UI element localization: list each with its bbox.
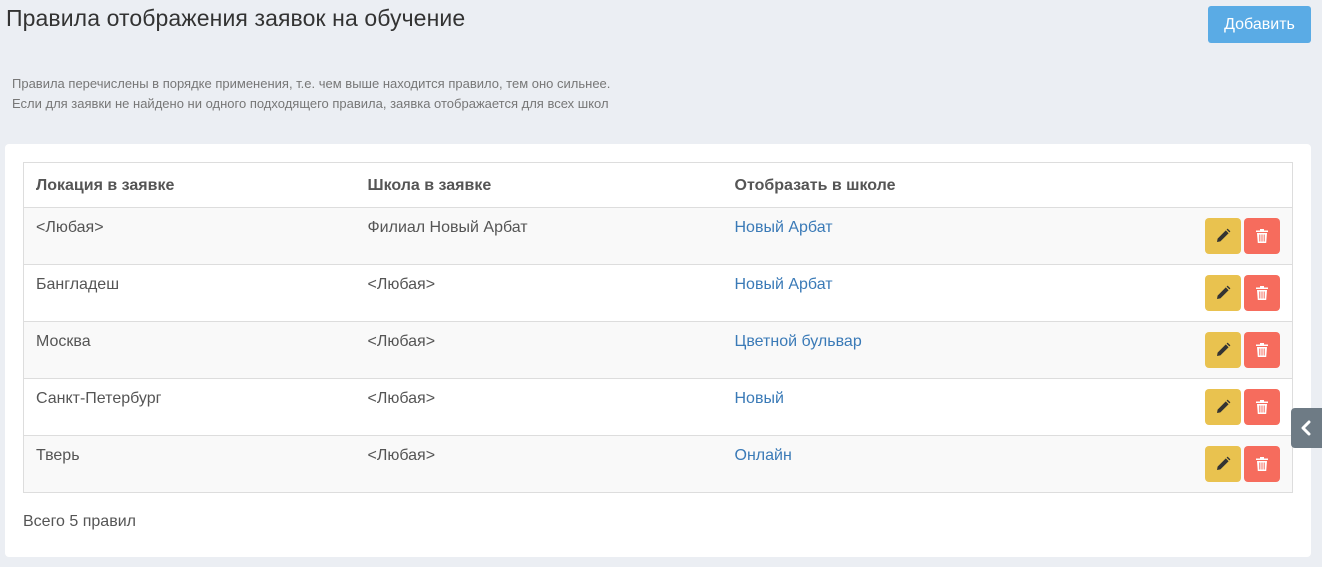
rules-total: Всего 5 правил xyxy=(23,513,136,530)
delete-button[interactable] xyxy=(1244,389,1280,425)
delete-button[interactable] xyxy=(1244,332,1280,368)
row-actions xyxy=(1172,207,1293,265)
trash-icon xyxy=(1256,286,1268,300)
pencil-icon xyxy=(1217,342,1231,356)
cell-school: <Любая> xyxy=(355,435,723,493)
display-school-link[interactable]: Новый Арбат xyxy=(735,219,833,236)
edit-button[interactable] xyxy=(1205,332,1241,368)
display-school-link[interactable]: Цветной бульвар xyxy=(735,333,862,350)
cell-location: Москва xyxy=(23,321,356,379)
cell-display: Новый Арбат xyxy=(722,264,1173,322)
add-rule-button[interactable]: Добавить xyxy=(1208,6,1311,43)
side-panel-toggle[interactable] xyxy=(1291,408,1322,448)
delete-button[interactable] xyxy=(1244,446,1280,482)
pencil-icon xyxy=(1217,399,1231,413)
display-school-link[interactable]: Новый Арбат xyxy=(735,276,833,293)
cell-school: <Любая> xyxy=(355,378,723,436)
pencil-icon xyxy=(1217,456,1231,470)
cell-school: <Любая> xyxy=(355,264,723,322)
hint-line-1: Правила перечислены в порядке применения… xyxy=(12,76,611,91)
edit-button[interactable] xyxy=(1205,446,1241,482)
table-row: Бангладеш <Любая> Новый Арбат xyxy=(23,264,1293,322)
display-school-link[interactable]: Новый xyxy=(735,390,784,407)
row-actions xyxy=(1172,378,1293,436)
cell-display: Новый Арбат xyxy=(722,207,1173,265)
column-header-school: Школа в заявке xyxy=(355,162,723,208)
trash-icon xyxy=(1256,400,1268,414)
table-row: <Любая> Филиал Новый Арбат Новый Арбат xyxy=(23,207,1293,265)
table-header-row: Локация в заявке Школа в заявке Отобраза… xyxy=(23,162,1293,208)
trash-icon xyxy=(1256,343,1268,357)
page-title: Правила отображения заявок на обучение xyxy=(6,5,466,31)
delete-button[interactable] xyxy=(1244,275,1280,311)
row-actions xyxy=(1172,264,1293,322)
cell-location: Тверь xyxy=(23,435,356,493)
rules-hint: Правила перечислены в порядке применения… xyxy=(12,74,610,114)
trash-icon xyxy=(1256,457,1268,471)
column-header-actions xyxy=(1172,162,1293,208)
rules-card: Локация в заявке Школа в заявке Отобраза… xyxy=(5,144,1311,557)
hint-line-2: Если для заявки не найдено ни одного под… xyxy=(12,96,609,111)
table-row: Москва <Любая> Цветной бульвар xyxy=(23,321,1293,379)
edit-button[interactable] xyxy=(1205,389,1241,425)
pencil-icon xyxy=(1217,285,1231,299)
chevron-left-icon xyxy=(1301,420,1311,436)
column-header-display: Отобразать в школе xyxy=(722,162,1173,208)
cell-school: <Любая> xyxy=(355,321,723,379)
edit-button[interactable] xyxy=(1205,275,1241,311)
column-header-location: Локация в заявке xyxy=(23,162,356,208)
row-actions xyxy=(1172,435,1293,493)
display-school-link[interactable]: Онлайн xyxy=(735,447,792,464)
table-row: Санкт-Петербург <Любая> Новый xyxy=(23,378,1293,436)
cell-location: <Любая> xyxy=(23,207,356,265)
cell-display: Онлайн xyxy=(722,435,1173,493)
delete-button[interactable] xyxy=(1244,218,1280,254)
rules-table: Локация в заявке Школа в заявке Отобраза… xyxy=(23,162,1293,493)
cell-location: Санкт-Петербург xyxy=(23,378,356,436)
trash-icon xyxy=(1256,229,1268,243)
cell-school: Филиал Новый Арбат xyxy=(355,207,723,265)
cell-display: Цветной бульвар xyxy=(722,321,1173,379)
pencil-icon xyxy=(1217,228,1231,242)
cell-location: Бангладеш xyxy=(23,264,356,322)
table-row: Тверь <Любая> Онлайн xyxy=(23,435,1293,493)
row-actions xyxy=(1172,321,1293,379)
edit-button[interactable] xyxy=(1205,218,1241,254)
cell-display: Новый xyxy=(722,378,1173,436)
